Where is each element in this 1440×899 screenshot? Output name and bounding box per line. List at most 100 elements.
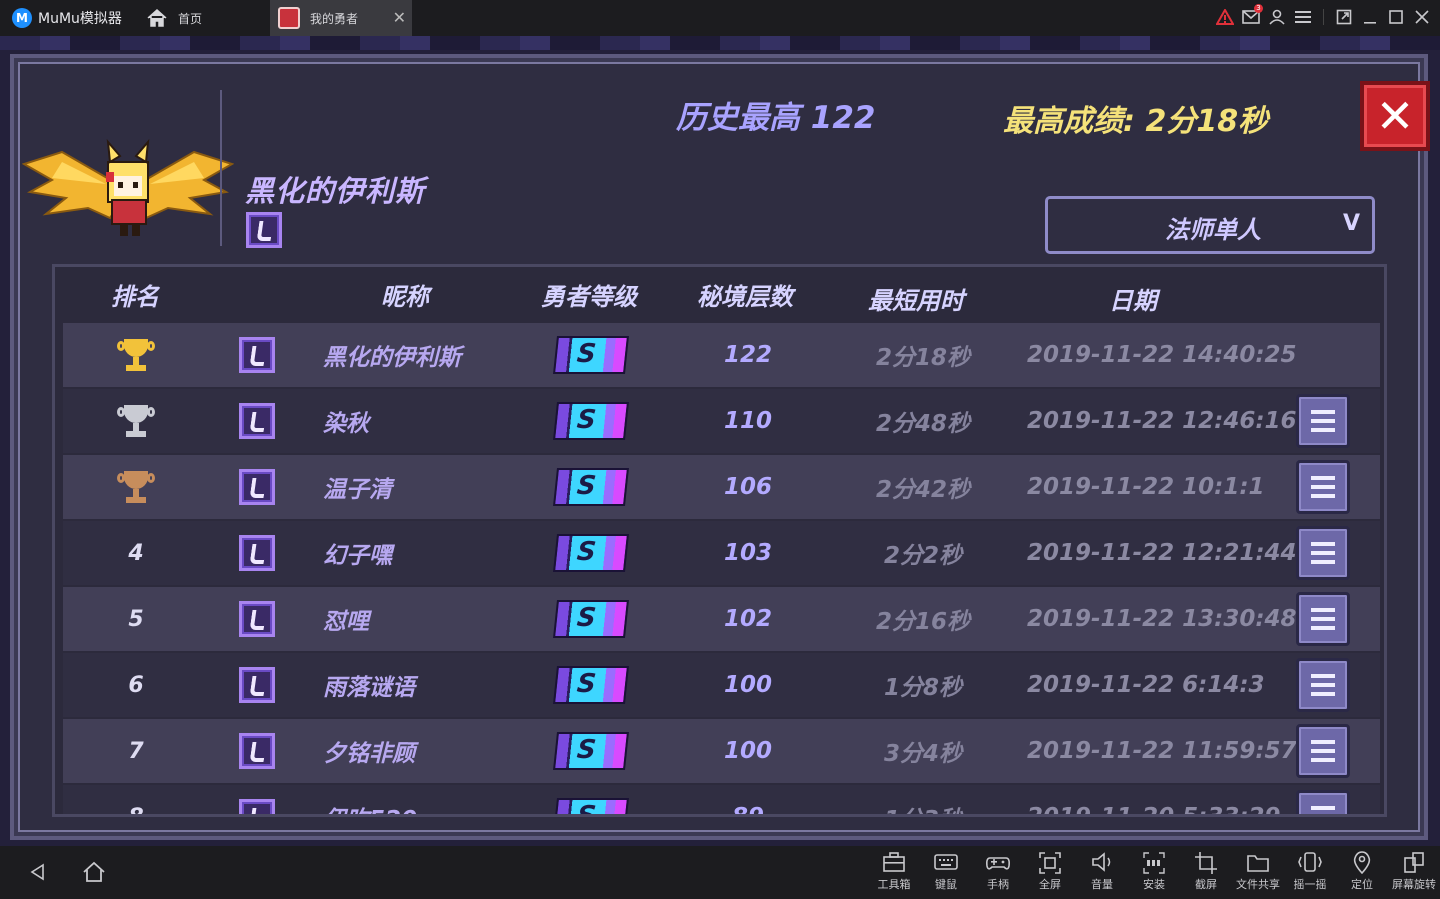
app-name: MuMu模拟器 (38, 11, 122, 27)
hero-level-badge-icon: S (553, 468, 629, 506)
emulator-toolbar: 工具箱 键鼠 手柄 全屏 音量 安装 截屏 文件共享 摇一摇 定位 屏幕旋转 (868, 850, 1440, 896)
floor-value: 100 (723, 672, 772, 698)
floor-value: 122 (723, 342, 772, 368)
class-mage-icon (239, 535, 275, 571)
toolbar-crop-button[interactable]: 截屏 (1180, 850, 1232, 896)
date-value: 2019-11-22 12:21:44 (1027, 540, 1297, 566)
mode-dropdown[interactable]: 法师单人 V (1045, 196, 1375, 254)
hero-level-cell: S (553, 521, 629, 585)
warning-icon[interactable] (1215, 6, 1235, 28)
crop-icon (1193, 850, 1219, 874)
rank-number: 7 (128, 738, 144, 764)
toolbar-keyboard-button[interactable]: 键鼠 (920, 850, 972, 896)
mail-icon[interactable]: 3 (1241, 4, 1263, 28)
table-row[interactable]: 8 伊吹520 S 89 1分3秒 2019-11-20 5:33:29 (63, 785, 1380, 817)
hero-level-label: S (575, 603, 598, 633)
toolbar-shake-button[interactable]: 摇一摇 (1284, 850, 1336, 896)
table-row[interactable]: 染秋 S 110 2分48秒 2019-11-22 12:46:16 (63, 389, 1380, 453)
tab-close-icon[interactable]: ✕ (393, 8, 406, 27)
table-row[interactable]: 6 雨落谜语 S 100 1分8秒 2019-11-22 6:14:3 (63, 653, 1380, 717)
leaderboard-close-button[interactable]: ✕ (1360, 81, 1430, 151)
tab-my-hero[interactable]: 我的勇者 ✕ (270, 0, 412, 36)
toolbar-apk-install-button[interactable]: 安装 (1128, 850, 1180, 896)
window-controls: 3 (1215, 4, 1432, 28)
toolbar-volume-button[interactable]: 音量 (1076, 850, 1128, 896)
menu-icon[interactable] (1293, 6, 1313, 28)
close-icon: ✕ (1375, 89, 1415, 143)
table-row[interactable]: 4 幻子嘿 S 103 2分2秒 2019-11-22 12:21:44 (63, 521, 1380, 585)
class-cell (237, 323, 277, 387)
app-brand: M MuMu模拟器 (12, 8, 122, 28)
class-mage-icon (239, 337, 275, 373)
table-row[interactable]: 7 夕铭非顾 S 100 3分4秒 2019-11-22 11:59:57 (63, 719, 1380, 783)
hero-level-cell: S (553, 389, 629, 453)
history-best: 历史最高 122 (676, 100, 876, 136)
bronze-trophy-icon (116, 467, 156, 507)
hero-level-badge-icon: S (553, 600, 629, 638)
table-row[interactable]: 黑化的伊利斯 S 122 2分18秒 2019-11-22 14:40:25 (63, 323, 1380, 387)
class-mage-icon (239, 733, 275, 769)
nickname: 染秋 (323, 411, 369, 437)
hero-level-badge-icon: S (553, 402, 629, 440)
details-menu-button[interactable] (1296, 724, 1350, 778)
table-row[interactable]: 5 怼哩 S 102 2分16秒 2019-11-22 13:30:48 (63, 587, 1380, 651)
toolbar-separator (1323, 9, 1324, 25)
toolbar-label: 音量 (1091, 878, 1113, 891)
user-icon[interactable] (1267, 6, 1287, 28)
rank-cell: 8 (108, 785, 164, 817)
details-menu-button[interactable] (1296, 394, 1350, 448)
hero-level-label: S (575, 339, 598, 369)
details-menu-button[interactable] (1296, 460, 1350, 514)
tab-game-label: 我的勇者 (310, 11, 359, 26)
window-close-icon[interactable] (1412, 6, 1432, 28)
rank-number: 6 (128, 672, 144, 698)
toolbar-label: 截屏 (1195, 878, 1217, 891)
home-nav-icon[interactable] (82, 860, 106, 884)
tab-home[interactable]: 首页 (140, 0, 268, 36)
game-background (0, 36, 1440, 50)
back-icon[interactable] (28, 862, 48, 882)
toolbar-rotate-button[interactable]: 屏幕旋转 (1388, 850, 1440, 896)
date-value: 2019-11-22 13:30:48 (1027, 606, 1297, 632)
chevron-down-icon: V (1342, 211, 1360, 236)
details-menu-button[interactable] (1296, 790, 1350, 814)
rank-number: 4 (128, 540, 144, 566)
hero-level-label: S (575, 471, 598, 501)
class-mage-icon (239, 469, 275, 505)
class-cell (237, 521, 277, 585)
title-bar: M MuMu模拟器 首页 我的勇者 ✕ 3 (0, 0, 1440, 36)
toolbar-label: 定位 (1351, 878, 1373, 891)
class-mage-icon (239, 799, 275, 814)
table-row[interactable]: 温子清 S 106 2分42秒 2019-11-22 10:1:1 (63, 455, 1380, 519)
floor-value: 103 (723, 540, 772, 566)
details-menu-button[interactable] (1296, 592, 1350, 646)
rank-number: 8 (128, 804, 144, 817)
minimize-icon[interactable] (1360, 6, 1380, 28)
date-value: 2019-11-22 10:1:1 (1027, 474, 1265, 500)
toolbar-gamepad-button[interactable]: 手柄 (972, 850, 1024, 896)
hero-level-badge-icon: S (553, 666, 629, 704)
home-icon (147, 8, 167, 27)
toolbar-location-button[interactable]: 定位 (1336, 850, 1388, 896)
toolbar-folder-button[interactable]: 文件共享 (1232, 850, 1284, 896)
rank-cell: 7 (108, 719, 164, 783)
hero-level-badge-icon: S (553, 798, 629, 814)
details-menu-button[interactable] (1296, 658, 1350, 712)
class-mage-icon (239, 403, 275, 439)
hero-level-cell: S (553, 785, 629, 814)
toolbar-toolbox-button[interactable]: 工具箱 (868, 850, 920, 896)
hero-level-cell: S (553, 587, 629, 651)
maximize-icon[interactable] (1386, 6, 1406, 28)
toolbar-fullscreen-button[interactable]: 全屏 (1024, 850, 1076, 896)
best-time-value: 2分42秒 (875, 477, 970, 503)
game-viewport[interactable]: 黑化的伊利斯 历史最高 122 最高成绩: 2分18秒 ✕ 法师单人 V 排名 … (0, 36, 1440, 846)
best-time-value: 2分2秒 (883, 543, 962, 569)
class-cell (237, 455, 277, 519)
hero-level-cell: S (553, 719, 629, 783)
date-value: 2019-11-22 14:40:25 (1027, 342, 1297, 368)
hero-level-label: S (575, 537, 598, 567)
ranking-table: 排名 昵称 勇者等级 秘境层数 最短用时 日期 黑化的伊利斯 S 122 2分18秒 2… (52, 264, 1387, 817)
screenshot-icon[interactable] (1334, 6, 1354, 28)
gamepad-icon (985, 850, 1011, 874)
details-menu-button[interactable] (1296, 526, 1350, 580)
